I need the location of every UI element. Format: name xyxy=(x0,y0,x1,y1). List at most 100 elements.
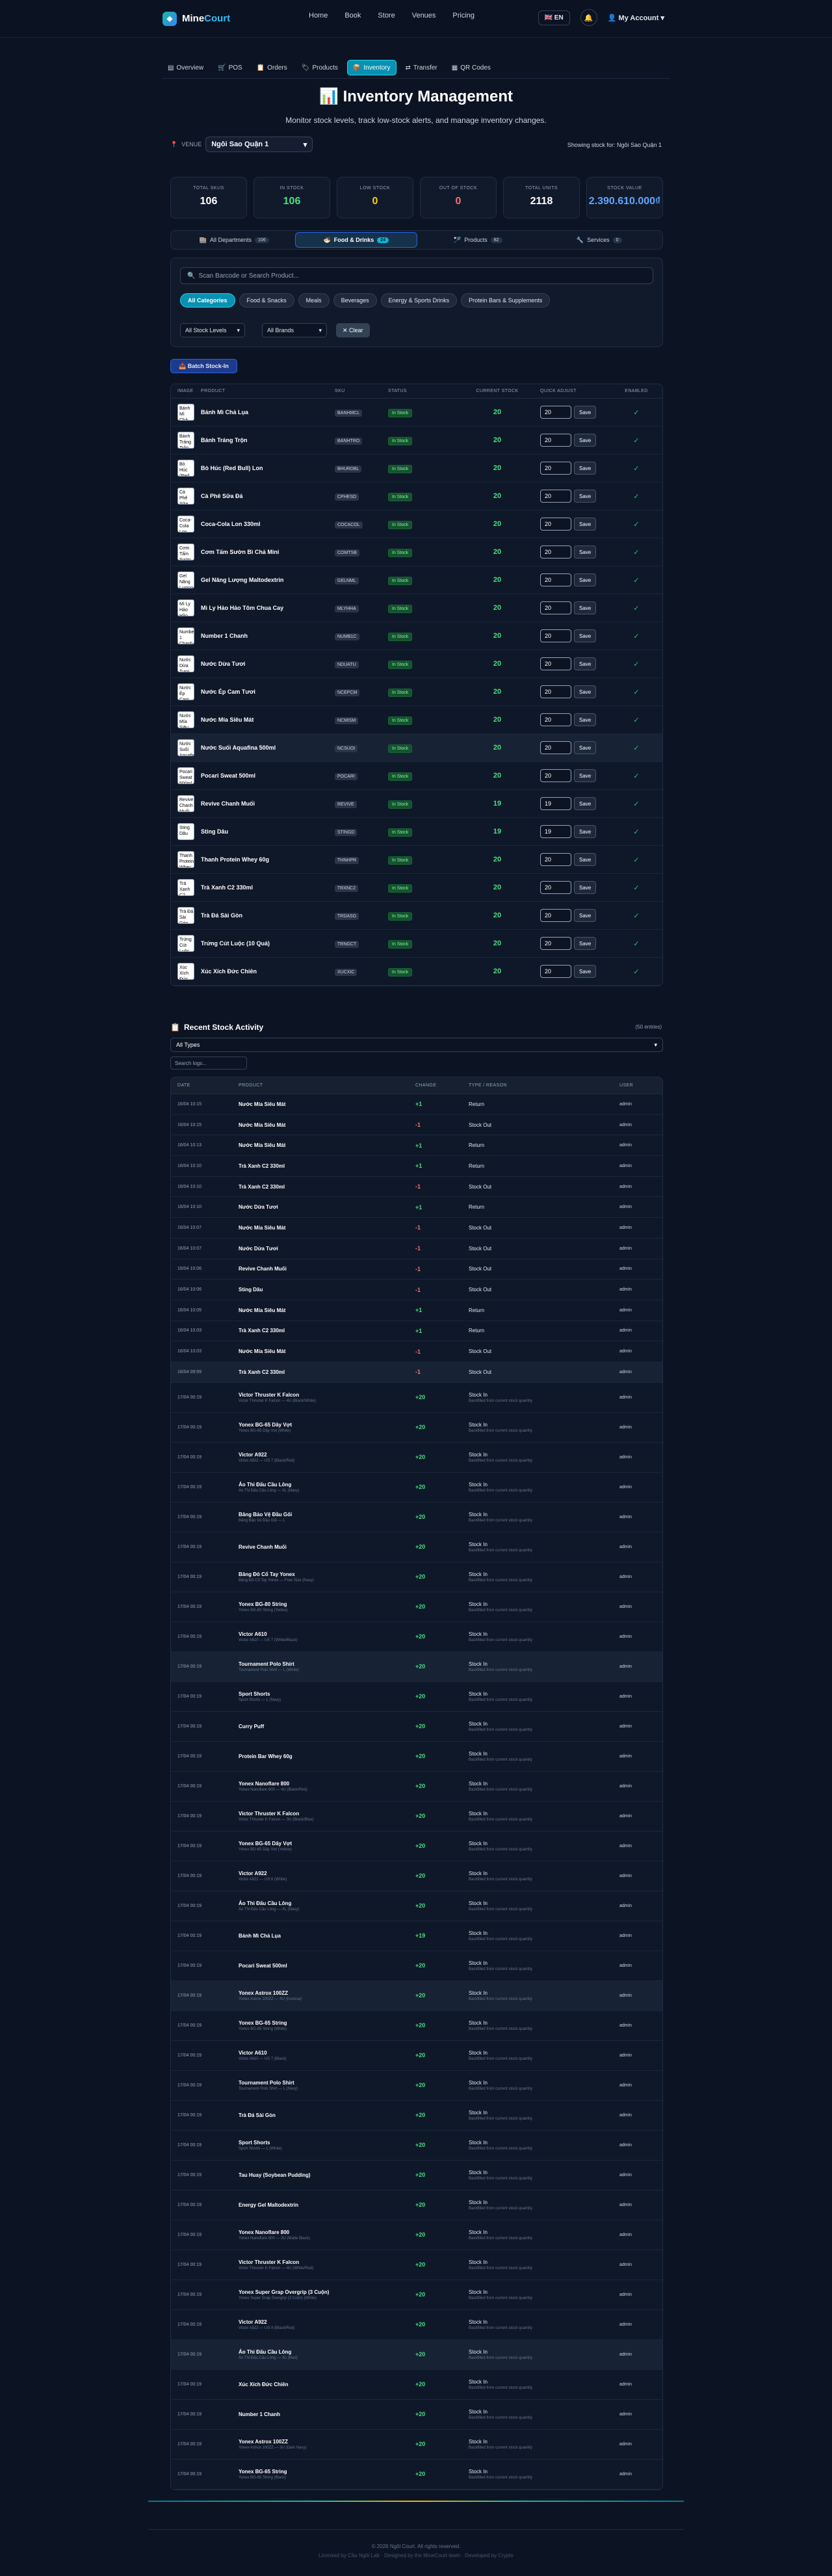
check-icon[interactable]: ✓ xyxy=(633,940,639,948)
save-button[interactable]: Save xyxy=(574,573,597,586)
clear-filters-button[interactable]: ✕ Clear xyxy=(336,323,370,337)
save-button[interactable]: Save xyxy=(574,518,597,531)
quantity-input[interactable]: 20 xyxy=(540,741,571,754)
check-icon[interactable]: ✓ xyxy=(633,772,639,780)
nav-link-home[interactable]: Home xyxy=(309,12,328,20)
check-icon[interactable]: ✓ xyxy=(633,716,639,724)
save-button[interactable]: Save xyxy=(574,434,597,447)
quantity-input[interactable]: 20 xyxy=(540,573,571,586)
save-button[interactable]: Save xyxy=(574,769,597,782)
quantity-input[interactable]: 20 xyxy=(540,965,571,978)
save-button[interactable]: Save xyxy=(574,881,597,894)
save-button[interactable]: Save xyxy=(574,462,597,475)
check-icon[interactable]: ✓ xyxy=(633,968,639,976)
check-icon[interactable]: ✓ xyxy=(633,577,639,585)
tab-inventory[interactable]: 📦 Inventory xyxy=(346,60,396,75)
category-chip[interactable]: Beverages xyxy=(333,293,377,308)
dept-food-drinks[interactable]: 🍜 Food & Drinks 24 xyxy=(294,232,417,248)
save-button[interactable]: Save xyxy=(574,965,597,978)
nav-link-venues[interactable]: Venues xyxy=(412,12,436,20)
save-button[interactable]: Save xyxy=(574,797,597,810)
tab-qr-codes[interactable]: ▦ QR Codes xyxy=(447,60,496,75)
check-icon[interactable]: ✓ xyxy=(633,633,639,640)
quantity-input[interactable]: 19 xyxy=(540,825,571,838)
check-icon[interactable]: ✓ xyxy=(633,465,639,473)
category-chip[interactable]: Meals xyxy=(298,293,330,308)
stock-level-select[interactable]: All Stock Levels ▾ xyxy=(180,323,245,337)
save-button[interactable]: Save xyxy=(574,713,597,726)
dept-services[interactable]: 🔧 Services 0 xyxy=(539,232,660,248)
check-icon[interactable]: ✓ xyxy=(633,856,639,864)
nav-link-pricing[interactable]: Pricing xyxy=(452,12,474,20)
quantity-input[interactable]: 20 xyxy=(540,601,571,614)
check-icon[interactable]: ✓ xyxy=(633,800,639,808)
quantity-input[interactable]: 20 xyxy=(540,490,571,503)
venue-select[interactable]: Ngôi Sao Quận 1 ▾ xyxy=(205,137,313,152)
check-icon[interactable]: ✓ xyxy=(633,549,639,557)
category-chip[interactable]: Protein Bars & Supplements xyxy=(461,293,551,308)
quantity-input[interactable]: 20 xyxy=(540,937,571,950)
log-row: 16/04 10:03 Trà Xanh C2 330ml +1 Return admi… xyxy=(171,1321,662,1342)
save-button[interactable]: Save xyxy=(574,490,597,503)
check-icon[interactable]: ✓ xyxy=(633,437,639,445)
check-icon[interactable]: ✓ xyxy=(633,828,639,836)
check-icon[interactable]: ✓ xyxy=(633,912,639,920)
account-menu[interactable]: 👤 My Account ▾ xyxy=(608,14,664,22)
quantity-input[interactable]: 20 xyxy=(540,657,571,670)
quantity-input[interactable]: 20 xyxy=(540,685,571,698)
save-button[interactable]: Save xyxy=(574,657,597,670)
product-name: Bánh Mì Chả Lụa xyxy=(201,409,249,415)
language-switcher[interactable]: 🇬🇧 EN xyxy=(538,10,570,25)
quantity-input[interactable]: 20 xyxy=(540,629,571,642)
product-search-input[interactable]: 🔍 Scan Barcode or Search Product... xyxy=(180,267,653,284)
save-button[interactable]: Save xyxy=(574,685,597,698)
tab-overview[interactable]: ▤ Overview xyxy=(162,60,209,75)
quantity-input[interactable]: 19 xyxy=(540,797,571,810)
tab-pos[interactable]: 🛒 POS xyxy=(213,60,248,75)
category-chip[interactable]: All Categories xyxy=(180,293,235,308)
brand-logo[interactable]: ◆ MineCourt xyxy=(162,11,230,26)
save-button[interactable]: Save xyxy=(574,601,597,614)
check-icon[interactable]: ✓ xyxy=(633,409,639,417)
dept-products[interactable]: 🏸 Products 82 xyxy=(417,232,539,248)
quantity-input[interactable]: 20 xyxy=(540,434,571,447)
log-search-input[interactable]: Search logs... xyxy=(170,1057,247,1070)
quantity-input[interactable]: 20 xyxy=(540,853,571,866)
quantity-input[interactable]: 20 xyxy=(540,462,571,475)
save-button[interactable]: Save xyxy=(574,937,597,950)
quantity-input[interactable]: 20 xyxy=(540,909,571,922)
save-button[interactable]: Save xyxy=(574,406,597,419)
quantity-input[interactable]: 20 xyxy=(540,713,571,726)
check-icon[interactable]: ✓ xyxy=(633,661,639,668)
category-chip[interactable]: Energy & Sports Drinks xyxy=(380,293,458,308)
save-button[interactable]: Save xyxy=(574,629,597,642)
tab-transfer[interactable]: ⇄ Transfer xyxy=(400,60,443,75)
check-icon[interactable]: ✓ xyxy=(633,884,639,892)
brand-select[interactable]: All Brands ▾ xyxy=(262,323,327,337)
check-icon[interactable]: ✓ xyxy=(633,493,639,501)
save-button[interactable]: Save xyxy=(574,545,597,559)
check-icon[interactable]: ✓ xyxy=(633,744,639,752)
dept-all[interactable]: 🏬 All Departments 106 xyxy=(174,232,295,248)
quantity-input[interactable]: 20 xyxy=(540,545,571,559)
check-icon[interactable]: ✓ xyxy=(633,605,639,612)
save-button[interactable]: Save xyxy=(574,909,597,922)
tab-products[interactable]: 🏷 Products xyxy=(296,60,343,75)
category-chip[interactable]: Food & Snacks xyxy=(239,293,294,308)
save-button[interactable]: Save xyxy=(574,825,597,838)
save-button[interactable]: Save xyxy=(574,741,597,754)
nav-link-book[interactable]: Book xyxy=(344,12,361,20)
bell-icon[interactable]: 🔔 xyxy=(580,9,597,26)
batch-stock-in-button[interactable]: 📥 Batch Stock-In xyxy=(170,359,237,373)
quantity-input[interactable]: 20 xyxy=(540,769,571,782)
check-icon[interactable]: ✓ xyxy=(633,521,639,529)
tab-orders[interactable]: 📋 Orders xyxy=(252,60,292,75)
quantity-input[interactable]: 20 xyxy=(540,518,571,531)
nav-link-store[interactable]: Store xyxy=(378,12,395,20)
save-button[interactable]: Save xyxy=(574,853,597,866)
quantity-input[interactable]: 20 xyxy=(540,881,571,894)
quantity-input[interactable]: 20 xyxy=(540,406,571,419)
check-icon[interactable]: ✓ xyxy=(633,689,639,696)
log-product-variant: Băng Bảo Vệ Đầu Gối — L xyxy=(239,1518,285,1523)
activity-type-select[interactable]: All Types ▾ xyxy=(170,1038,663,1052)
